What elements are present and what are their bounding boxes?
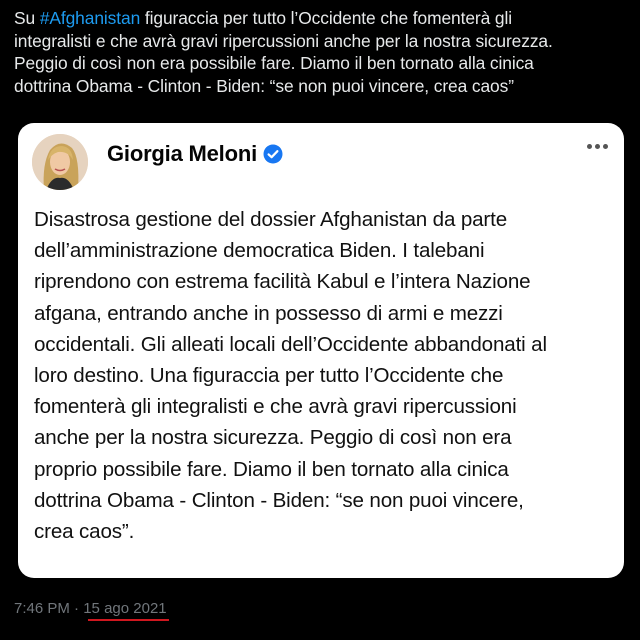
- verified-badge-icon: [263, 144, 283, 164]
- post-line: fomenterà gli integralisti e che avrà gr…: [34, 395, 517, 419]
- author: Giorgia Meloni: [107, 141, 283, 167]
- tweet-time: 7:46 PM: [14, 600, 70, 617]
- post-body: Disastrosa gestione del dossier Afghanis…: [34, 204, 614, 547]
- tweet-date: 15 ago 2021: [83, 600, 167, 617]
- post-line: occidentali. Gli alleati locali dell’Occ…: [34, 332, 547, 356]
- tweet-line-4: dottrina Obama - Clinton - Biden: “se no…: [14, 75, 514, 96]
- timestamp[interactable]: 7:46 PM · 15 ago 2021: [14, 600, 167, 617]
- tweet-line-1: Su #Afghanistan figuraccia per tutto l’O…: [14, 8, 513, 28]
- separator: ·: [69, 600, 84, 617]
- post-line: loro destino. Una figuraccia per tutto l…: [34, 364, 504, 388]
- hashtag-link[interactable]: #Afghanistan: [40, 8, 140, 28]
- post-line: Disastrosa gestione del dossier Afghanis…: [34, 208, 508, 231]
- post-line: afgana, entrando anche in possesso di ar…: [34, 301, 503, 325]
- post-line: crea caos”.: [34, 520, 135, 544]
- author-name[interactable]: Giorgia Meloni: [107, 141, 257, 167]
- embedded-post-card[interactable]: Giorgia Meloni Disastrosa gestione del d…: [18, 123, 624, 578]
- more-options-icon[interactable]: [582, 135, 612, 157]
- tweet-text: Su #Afghanistan figuraccia per tutto l’O…: [14, 7, 626, 97]
- post-line: dell’amministrazione democratica Biden. …: [34, 239, 485, 263]
- avatar-image: [32, 134, 88, 190]
- post-line: anche per la nostra sicurezza. Peggio di…: [34, 426, 512, 450]
- date-highlight-underline: [88, 619, 169, 621]
- tweet-line-3: Peggio di così non era possibile fare. D…: [14, 53, 534, 74]
- tweet-line-2: integralisti e che avrà gravi ripercussi…: [14, 30, 553, 51]
- post-line: proprio possibile fare. Diamo il ben tor…: [34, 457, 509, 481]
- post-line: dottrina Obama - Clinton - Biden: “se no…: [34, 488, 524, 512]
- avatar[interactable]: [32, 134, 88, 190]
- post-line: riprendono con estrema facilità Kabul e …: [34, 270, 531, 294]
